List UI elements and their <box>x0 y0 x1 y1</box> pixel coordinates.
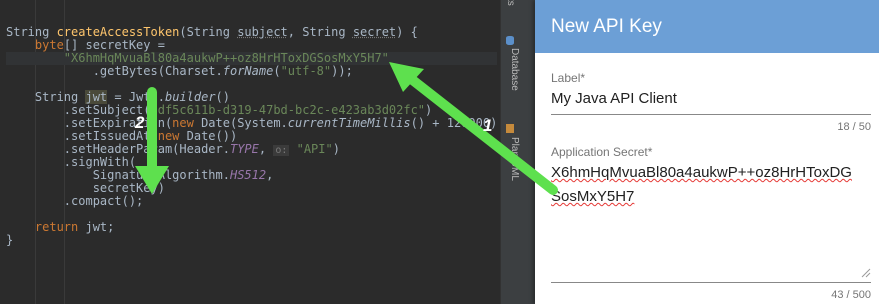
code-token: )); <box>331 64 353 78</box>
code-token: ) <box>425 103 433 117</box>
code-area[interactable]: String createAccessToken(String subject,… <box>6 25 498 247</box>
code-token: TYPE <box>229 142 259 156</box>
code-token: "df5c611b-d319-47bd-bc2c-e423ab3d02fc" <box>150 103 426 117</box>
code-line[interactable]: .getBytes(Charset.forName("utf-8")); <box>6 65 497 78</box>
secret-value-line-2: SosMxY5H7 <box>551 188 635 205</box>
code-token: HS512 <box>229 168 267 182</box>
new-api-key-dialog: New API Key Label* My Java API Client 18… <box>535 0 879 304</box>
code-token: ) <box>332 142 340 156</box>
code-token: "X6hmHqMvuaBl80a4aukwP++oz8HrHToxDGSosMx… <box>63 51 389 65</box>
secret-textarea[interactable]: X6hmHqMvuaBl80a4aukwP++oz8HrHToxDG SosMx… <box>551 164 871 280</box>
tool-tab-top[interactable]: ts <box>505 0 516 6</box>
secret-field-label: Application Secret* <box>551 145 653 159</box>
resize-handle-icon[interactable] <box>861 268 871 278</box>
code-token: , String <box>287 25 353 39</box>
code-token: new <box>172 116 202 130</box>
code-token: String <box>6 25 57 39</box>
code-token: Date()) <box>186 129 238 143</box>
code-token: o: <box>273 145 290 156</box>
code-token: secretKey) <box>6 181 165 195</box>
code-token: } <box>6 233 14 247</box>
code-token: String <box>6 90 86 104</box>
code-token: jwt; <box>85 220 115 234</box>
plantuml-icon <box>506 124 514 133</box>
code-token: .getBytes(Charset. <box>6 64 223 78</box>
code-token: (String <box>179 25 238 39</box>
tool-tab-database[interactable]: Database <box>509 48 520 91</box>
code-token: , <box>266 168 274 182</box>
label-input-underline <box>551 114 871 115</box>
label-char-counter: 18 / 50 <box>837 121 871 133</box>
annotation-number-2: 2 <box>135 113 145 132</box>
code-token: byte <box>34 38 64 52</box>
code-token: , <box>258 142 274 156</box>
code-token: = Jwts. <box>107 90 165 104</box>
secret-textarea-underline <box>551 282 871 283</box>
code-line[interactable]: } <box>6 234 497 247</box>
code-token: secret <box>352 25 397 39</box>
code-token: return <box>34 220 86 234</box>
label-field-label: Label* <box>551 71 586 85</box>
code-token: builder <box>164 90 216 104</box>
code-token: subject <box>237 25 288 39</box>
code-token: "utf-8" <box>280 64 332 78</box>
code-token: .signWith( <box>6 155 137 169</box>
code-line[interactable]: return jwt; <box>6 221 497 234</box>
code-token: currentTimeMillis <box>287 116 411 130</box>
code-editor[interactable]: String createAccessToken(String subject,… <box>0 0 500 304</box>
code-token: Date(System. <box>201 116 288 130</box>
code-token: createAccessToken <box>56 25 180 39</box>
secret-value-line-1: X6hmHqMvuaBl80a4aukwP++oz8HrHToxDG <box>551 164 852 181</box>
code-token: SignatureAlgorithm. <box>6 168 230 182</box>
label-input[interactable]: My Java API Client <box>551 90 677 107</box>
secret-char-counter: 43 / 500 <box>831 289 871 301</box>
code-token: new <box>157 129 187 143</box>
code-token: .setHeaderParam(Header. <box>6 142 230 156</box>
code-token: forName <box>222 64 274 78</box>
database-icon <box>506 36 514 45</box>
tool-tab-plantuml[interactable]: PlantUML <box>509 137 520 181</box>
code-token: .compact(); <box>6 194 144 208</box>
tool-window-strip: ts Database PlantUML <box>500 0 535 304</box>
code-token: .setSubject( <box>6 103 151 117</box>
dialog-title: New API Key <box>535 0 879 53</box>
code-token: [] secretKey = <box>63 38 165 52</box>
code-token: "API" <box>296 142 333 156</box>
code-token: jwt <box>85 90 108 104</box>
code-token: () <box>215 90 230 104</box>
code-token: ( <box>273 64 281 78</box>
code-line[interactable]: .compact(); <box>6 195 497 208</box>
code-token: ) { <box>396 25 418 39</box>
annotation-number-1: 1 <box>483 116 493 135</box>
code-token: .setExpiration( <box>6 116 173 130</box>
